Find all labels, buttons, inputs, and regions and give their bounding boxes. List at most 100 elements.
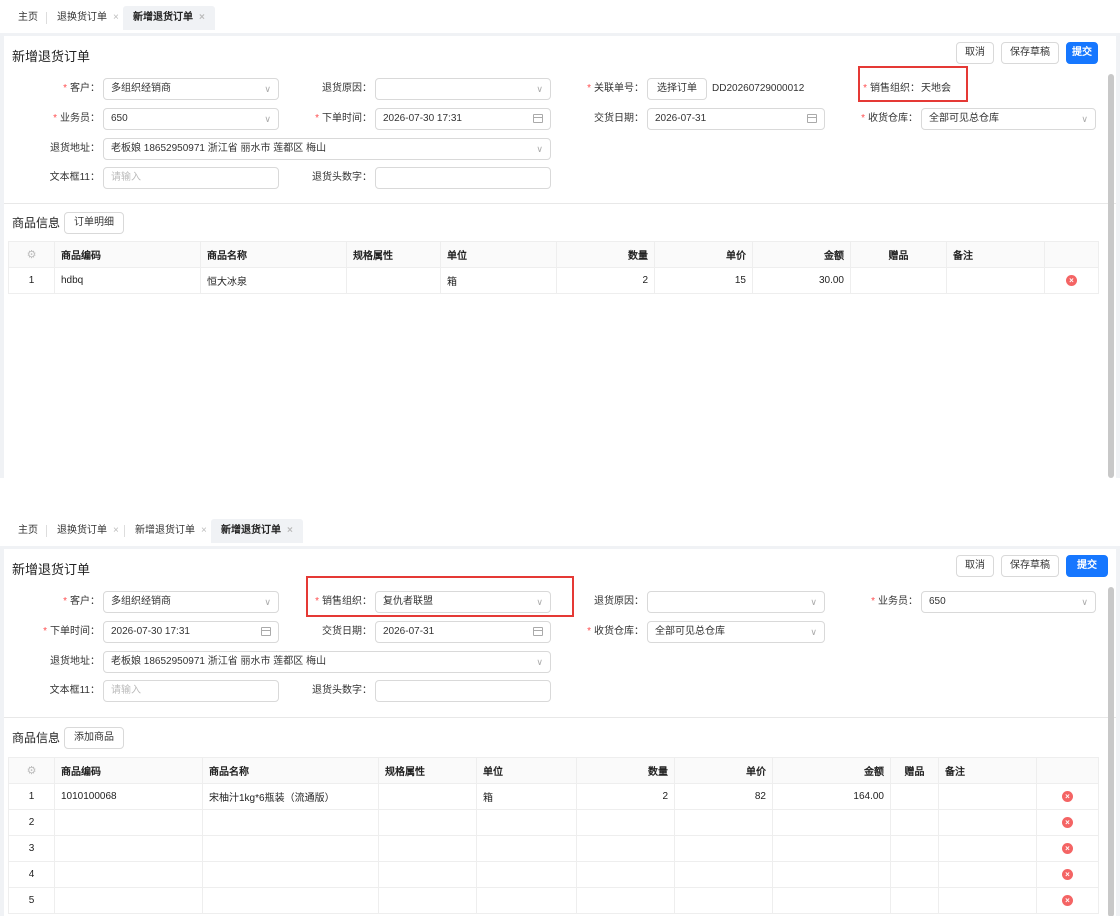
delete-row-icon[interactable]: ×: [1062, 817, 1073, 828]
product-name-cell[interactable]: [202, 887, 379, 914]
unit-cell[interactable]: 箱: [476, 783, 577, 810]
unit-cell[interactable]: [476, 861, 577, 888]
quantity-cell[interactable]: [576, 809, 675, 836]
return-head-number-input[interactable]: [375, 167, 551, 189]
column-settings-cell[interactable]: ⚙: [8, 757, 55, 784]
product-code-cell[interactable]: hdbq: [54, 267, 201, 294]
column-settings-cell[interactable]: ⚙: [8, 241, 55, 268]
spec-cell[interactable]: [346, 267, 441, 294]
close-icon[interactable]: ×: [113, 519, 119, 543]
gift-cell[interactable]: [890, 809, 939, 836]
salesman-select[interactable]: 650 ∨: [103, 108, 279, 130]
price-cell[interactable]: 82: [674, 783, 773, 810]
product-code-cell[interactable]: [54, 809, 203, 836]
warehouse-select[interactable]: 全部可见总仓库 ∨: [647, 621, 825, 643]
quantity-cell[interactable]: [576, 861, 675, 888]
gift-cell[interactable]: [890, 783, 939, 810]
return-head-number-input[interactable]: [375, 680, 551, 702]
remark-cell[interactable]: [938, 861, 1037, 888]
quantity-cell[interactable]: 2: [576, 783, 675, 810]
unit-cell[interactable]: [476, 809, 577, 836]
gear-icon[interactable]: ⚙: [27, 765, 37, 777]
product-name-cell[interactable]: [202, 809, 379, 836]
add-product-button[interactable]: 添加商品: [64, 727, 124, 749]
order-time-picker[interactable]: 2026-07-30 17:31: [375, 108, 551, 130]
tab-new-return-order[interactable]: 新增退货订单 ×: [125, 519, 217, 543]
product-code-cell[interactable]: [54, 835, 203, 862]
spec-cell[interactable]: [378, 887, 477, 914]
gift-cell[interactable]: [850, 267, 947, 294]
price-cell[interactable]: [674, 835, 773, 862]
spec-cell[interactable]: [378, 783, 477, 810]
delete-row-icon[interactable]: ×: [1062, 843, 1073, 854]
remark-cell[interactable]: [938, 835, 1037, 862]
tab-home[interactable]: 主页: [8, 6, 48, 30]
remark-cell[interactable]: [938, 887, 1037, 914]
amount-cell: [772, 835, 891, 862]
order-time-picker[interactable]: 2026-07-30 17:31: [103, 621, 279, 643]
delete-row-icon[interactable]: ×: [1062, 791, 1073, 802]
order-detail-button[interactable]: 订单明细: [64, 212, 124, 234]
product-name-cell[interactable]: [202, 835, 379, 862]
price-cell[interactable]: [674, 809, 773, 836]
gear-icon[interactable]: ⚙: [27, 249, 37, 261]
spec-cell[interactable]: [378, 861, 477, 888]
submit-button[interactable]: 提交: [1066, 555, 1108, 577]
tab-home[interactable]: 主页: [8, 519, 48, 543]
delete-row-icon[interactable]: ×: [1062, 869, 1073, 880]
address-select[interactable]: 老板娘 18652950971 浙江省 丽水市 莲都区 梅山 ∨: [103, 651, 551, 673]
gift-cell[interactable]: [890, 835, 939, 862]
unit-cell[interactable]: [476, 887, 577, 914]
delivery-date-picker[interactable]: 2026-07-31: [375, 621, 551, 643]
quantity-cell[interactable]: 2: [556, 267, 655, 294]
customer-select[interactable]: 多组织经销商 ∨: [103, 591, 279, 613]
select-order-button[interactable]: 选择订单: [647, 78, 707, 100]
salesman-select[interactable]: 650 ∨: [921, 591, 1096, 613]
gift-cell[interactable]: [890, 861, 939, 888]
delete-row-icon[interactable]: ×: [1062, 895, 1073, 906]
price-cell[interactable]: 15: [654, 267, 753, 294]
price-cell[interactable]: [674, 887, 773, 914]
product-name-cell[interactable]: 恒大冰泉: [200, 267, 347, 294]
warehouse-select[interactable]: 全部可见总仓库 ∨: [921, 108, 1096, 130]
product-name-cell[interactable]: [202, 861, 379, 888]
quantity-cell[interactable]: [576, 887, 675, 914]
tab-return-exchange-orders[interactable]: 退换货订单 ×: [47, 519, 129, 543]
save-draft-button[interactable]: 保存草稿: [1001, 42, 1059, 64]
scrollbar[interactable]: [1108, 74, 1114, 478]
close-icon[interactable]: ×: [199, 6, 205, 30]
return-reason-select[interactable]: ∨: [375, 78, 551, 100]
remark-cell[interactable]: [946, 267, 1045, 294]
gift-cell[interactable]: [890, 887, 939, 914]
price-cell[interactable]: [674, 861, 773, 888]
save-draft-button[interactable]: 保存草稿: [1001, 555, 1059, 577]
unit-cell[interactable]: [476, 835, 577, 862]
product-code-cell[interactable]: [54, 887, 203, 914]
tab-return-exchange-orders[interactable]: 退换货订单 ×: [47, 6, 129, 30]
submit-button[interactable]: 提交: [1066, 42, 1098, 64]
close-icon[interactable]: ×: [113, 6, 119, 30]
product-name-cell[interactable]: 宋柚汁1kg*6瓶装（流通版）: [202, 783, 379, 810]
product-code-cell[interactable]: [54, 861, 203, 888]
textbox11-input[interactable]: 请输入: [103, 167, 279, 189]
quantity-cell[interactable]: [576, 835, 675, 862]
delete-row-icon[interactable]: ×: [1066, 275, 1077, 286]
close-icon[interactable]: ×: [287, 519, 293, 543]
return-reason-select[interactable]: ∨: [647, 591, 825, 613]
address-select[interactable]: 老板娘 18652950971 浙江省 丽水市 莲都区 梅山 ∨: [103, 138, 551, 160]
scrollbar[interactable]: [1108, 587, 1114, 916]
cancel-button[interactable]: 取消: [956, 42, 994, 64]
tab-new-return-order-active[interactable]: 新增退货订单 ×: [211, 519, 303, 543]
remark-cell[interactable]: [938, 809, 1037, 836]
remark-cell[interactable]: [938, 783, 1037, 810]
close-icon[interactable]: ×: [201, 519, 207, 543]
tab-new-return-order[interactable]: 新增退货订单 ×: [123, 6, 215, 30]
spec-cell[interactable]: [378, 809, 477, 836]
customer-select[interactable]: 多组织经销商 ∨: [103, 78, 279, 100]
product-code-cell[interactable]: 1010100068: [54, 783, 203, 810]
unit-cell[interactable]: 箱: [440, 267, 557, 294]
delivery-date-picker[interactable]: 2026-07-31: [647, 108, 825, 130]
spec-cell[interactable]: [378, 835, 477, 862]
textbox11-input[interactable]: 请输入: [103, 680, 279, 702]
cancel-button[interactable]: 取消: [956, 555, 994, 577]
